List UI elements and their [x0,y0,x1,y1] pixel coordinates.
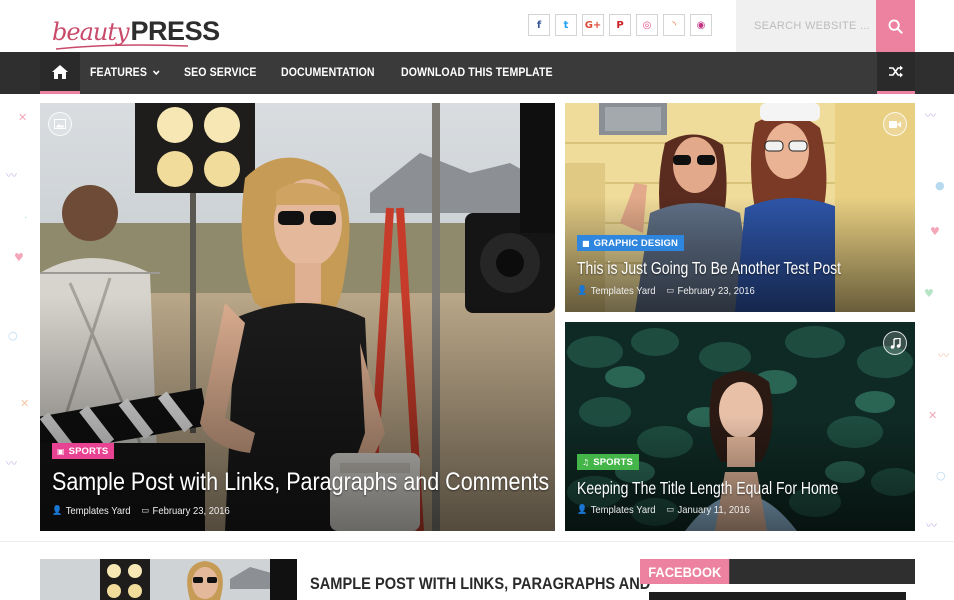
featured-post-bottom[interactable]: ♫ SPORTS Keeping The Title Length Equal … [565,322,915,531]
nav-item-label: DOWNLOAD THIS TEMPLATE [400,67,553,79]
recent-post-title[interactable]: SAMPLE POST WITH LINKS, PARAGRAPHS AND [310,574,650,594]
nav-item-features[interactable]: FEATURES [90,67,160,79]
google-plus-icon: G+ [584,19,602,31]
twitter-icon: t [563,19,569,31]
recent-post-thumbnail[interactable] [40,559,297,600]
dribbble-link[interactable]: ◎ [636,14,658,36]
dribbble-icon: ◎ [642,19,652,31]
twitter-link[interactable]: t [555,14,577,36]
home-button[interactable] [40,52,80,94]
google-plus-link[interactable]: G+ [582,14,604,36]
post-date: February 23, 2016 [152,505,230,517]
user-icon: 👤 [577,505,588,515]
post-meta: 👤 Templates Yard ▭ January 11, 2016 [577,504,750,516]
facebook-widget-header: FACEBOOK [640,559,915,584]
random-post-button[interactable] [877,52,915,94]
calendar-icon: ▭ [666,286,674,296]
post-date: February 23, 2016 [677,285,755,297]
main-nav: FEATURES SEO SERVICE DOCUMENTATION DOWNL… [0,52,954,94]
calendar-icon: ▭ [666,505,674,515]
facebook-widget-body[interactable] [649,592,906,600]
category-label: SPORTS [593,456,633,468]
instagram-icon: ◉ [696,19,706,31]
music-icon: ♫ [582,457,590,467]
social-links: f t G+ P ◎ ◝ ◉ [528,14,712,36]
post-title[interactable]: Sample Post with Links, Paragraphs and C… [52,468,549,497]
logo-swoosh [55,44,189,50]
nav-item-download-template[interactable]: DOWNLOAD THIS TEMPLATE [401,67,553,79]
category-label: SPORTS [68,445,109,457]
nav-item-label: DOCUMENTATION [280,67,375,79]
post-author[interactable]: Templates Yard [66,505,131,517]
home-icon [52,64,68,79]
image-icon [48,112,72,136]
category-label: GRAPHIC DESIGN [593,237,678,249]
category-badge[interactable]: ▣ SPORTS [52,443,115,459]
site-header: beauty PRESS f t G+ P ◎ ◝ ◉ [0,0,954,52]
search-icon [888,18,903,34]
post-title[interactable]: This is Just Going To Be Another Test Po… [577,258,841,279]
post-meta: 👤 Templates Yard ▭ February 23, 2016 [52,505,230,517]
rss-link[interactable]: ◝ [663,14,685,36]
video-icon [883,112,907,136]
rss-icon: ◝ [672,19,676,31]
post-date: January 11, 2016 [677,504,750,516]
post-meta: 👤 Templates Yard ▭ February 23, 2016 [577,285,755,297]
calendar-icon: ▭ [141,506,149,516]
pinterest-icon: P [616,19,624,31]
pinterest-link[interactable]: P [609,14,631,36]
category-badge[interactable]: ■ GRAPHIC DESIGN [577,235,684,251]
facebook-link[interactable]: f [528,14,550,36]
shuffle-icon [888,65,903,78]
facebook-icon: f [536,19,542,31]
featured-post-top[interactable]: ■ GRAPHIC DESIGN This is Just Going To B… [565,103,915,312]
widget-title: FACEBOOK [640,559,730,584]
post-author[interactable]: Templates Yard [591,285,656,297]
featured-post-main[interactable]: ▣ SPORTS Sample Post with Links, Paragra… [40,103,555,531]
nav-item-label: SEO SERVICE [183,67,257,79]
video-icon: ■ [582,238,590,248]
instagram-link[interactable]: ◉ [690,14,712,36]
user-icon: 👤 [52,506,63,516]
nav-item-documentation[interactable]: DOCUMENTATION [281,67,375,79]
music-icon [883,331,907,355]
site-logo[interactable]: beauty PRESS [52,6,220,50]
search-button[interactable] [876,0,915,52]
image-icon: ▣ [57,446,65,456]
nav-item-seo-service[interactable]: SEO SERVICE [184,67,257,79]
user-icon: 👤 [577,286,588,296]
nav-item-label: FEATURES [90,67,147,79]
chevron-down-icon [152,68,160,78]
section-divider [0,541,954,542]
nav-bar: FEATURES SEO SERVICE DOCUMENTATION DOWNL… [40,52,915,94]
post-title[interactable]: Keeping The Title Length Equal For Home [577,478,838,499]
post-author[interactable]: Templates Yard [591,504,656,516]
category-badge[interactable]: ♫ SPORTS [577,454,639,470]
search-input[interactable] [736,0,876,52]
